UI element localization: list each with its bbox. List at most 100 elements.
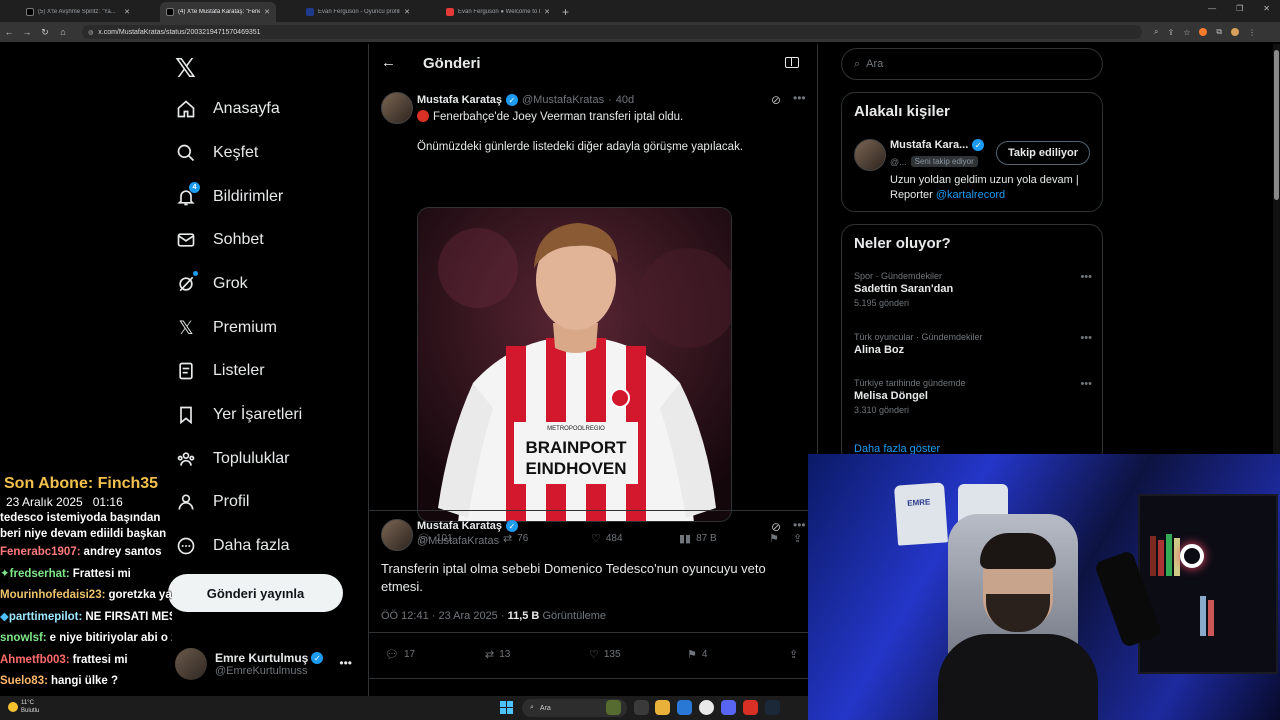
nav-item-bookmarks[interactable]: Yer İşaretleri [175,400,302,430]
card-title: Alakalı kişiler [854,103,950,120]
nav-item-explore[interactable]: Keşfet [175,138,258,168]
avatar[interactable] [854,139,886,171]
more-dots-icon[interactable]: ••• [1080,332,1092,344]
profile-avatar-icon[interactable] [1231,28,1240,36]
views-button[interactable]: ▮▮ 87 B [679,532,769,545]
bookmark-button[interactable]: ⚑ 4 [687,648,789,661]
datetime: 23 Aralık 2025 01:16 [6,495,123,509]
chrome-icon[interactable] [699,700,714,715]
tweet-image[interactable]: METROPOOLREGIO BRAINPORT EINDHOVEN [417,207,732,522]
nav-item-chat[interactable]: Sohbet [175,225,264,255]
search-input[interactable]: ⌕ Ara [841,48,1103,80]
verified-badge-icon: ✓ [972,139,985,151]
like-button[interactable]: ♡ 484 [591,532,679,545]
close-icon[interactable]: ✕ [404,8,410,16]
puzzle-icon[interactable]: ⧉ [1216,27,1222,37]
more-dots-icon[interactable]: ••• [1080,378,1092,390]
more-dots-icon[interactable]: ••• [339,656,352,670]
discord-icon[interactable] [721,700,736,715]
trend-item[interactable]: Türkiye tarihinde gündemde Melisa Döngel… [854,378,1094,415]
nav-label: Listeler [213,362,265,379]
browser-tab-3[interactable]: Evan Ferguson - Oyuncu profili ✕ [300,2,416,22]
back-arrow-icon[interactable]: ← [0,27,18,37]
tweet-author-handle[interactable]: @MustafaKratas [522,94,604,106]
share-icon: ⇪ [793,533,803,545]
start-button[interactable] [500,701,513,714]
avatar[interactable] [381,519,413,551]
more-dots-icon[interactable]: ••• [793,91,806,105]
nav-item-notifications[interactable]: 4 Bildirimler [175,182,283,212]
browser-tab-2[interactable]: (4) X'te Mustafa Karataş: "Fene... ✕ [160,2,276,22]
bio-link[interactable]: @kartalrecord [936,189,1005,201]
url-input[interactable]: ◍ x.com/MustafaKratas/status/20032194715… [82,25,1142,39]
nav-item-grok[interactable]: Grok [175,269,248,299]
tweet-age[interactable]: 40d [616,94,634,106]
taskbar-app-icon[interactable] [634,700,649,715]
nav-label: Anasayfa [213,100,280,117]
following-button[interactable]: Takip ediliyor [996,141,1090,165]
taskbar-app-icon[interactable] [606,700,621,715]
weather-widget[interactable]: 11°C Bulutlu [8,699,39,715]
tweet-author-handle[interactable]: @MustafaKratas [417,535,499,547]
grok-explain-icon[interactable]: ⊘ [771,93,781,107]
repost-button[interactable]: ⇄ 13 [485,648,589,661]
steam-icon[interactable] [765,700,780,715]
site-info-icon[interactable]: ◍ [88,29,93,36]
close-icon[interactable]: ✕ [264,8,270,16]
post-button[interactable]: Gönderi yayınla [168,574,343,612]
related-user-handle[interactable]: @... [890,157,907,167]
close-window-icon[interactable]: ✕ [1263,4,1270,13]
browser-tab-4[interactable]: Evan Ferguson ● Welcome to Fe... ✕ [440,2,556,22]
nav-item-more[interactable]: Daha fazla [175,531,290,561]
like-button[interactable]: ♡ 135 [589,648,687,661]
related-user-name[interactable]: Mustafa Kara... [890,139,968,151]
nav-item-premium[interactable]: 𝕏 Premium [175,313,277,343]
profile-icon [175,491,197,513]
tweet-author-name[interactable]: Mustafa Karataş [417,94,502,106]
more-dots-icon[interactable]: ••• [793,518,806,532]
nav-label: Daha fazla [213,537,290,554]
scrollbar-thumb[interactable] [1274,50,1279,200]
nav-item-lists[interactable]: Listeler [175,356,265,386]
repost-button[interactable]: ⇄ 76 [503,532,591,545]
reply-button[interactable]: 💬︎ 17 [385,648,485,661]
back-arrow-icon[interactable]: ← [381,54,396,71]
restore-icon[interactable]: ❐ [1236,4,1243,13]
new-tab-icon[interactable]: + [562,2,569,22]
more-dots-icon[interactable]: ••• [1080,271,1092,283]
grok-explain-icon[interactable]: ⊘ [771,520,781,534]
tweet-text: Transferin iptal olma sebebi Domenico Te… [381,561,766,594]
trend-item[interactable]: Spor · Gündemdekiler Sadettin Saran'dan … [854,271,1094,308]
close-icon[interactable]: ✕ [544,8,550,16]
share-button[interactable]: ⇪ [793,532,802,545]
nav-item-home[interactable]: Anasayfa [175,94,280,124]
home-browser-icon[interactable]: ⌂ [54,27,72,37]
chat-message: Ahmetfb003: frattesi mi [0,653,128,666]
communities-icon [175,448,197,470]
file-explorer-icon[interactable] [655,700,670,715]
forward-arrow-icon[interactable]: → [18,27,36,37]
account-switcher[interactable]: Emre Kurtulmuş ✓ @EmreKurtulmuss ••• [175,646,360,682]
nav-item-profile[interactable]: Profil [175,487,249,517]
reader-mode-icon[interactable] [785,57,799,68]
star-icon[interactable]: ☆ [1183,28,1190,37]
close-icon[interactable]: ✕ [124,8,130,16]
zoom-icon[interactable]: ⌕ [1154,27,1158,37]
x-logo-icon[interactable]: 𝕏 [175,54,196,84]
avatar[interactable] [381,92,413,124]
nav-item-communities[interactable]: Topluluklar [175,444,289,474]
extension-icon[interactable] [1199,28,1208,36]
menu-kebab-icon[interactable]: ⋮ [1248,28,1256,37]
taskbar-app-icon[interactable] [677,700,692,715]
divider [369,632,817,633]
browser-tab-1[interactable]: (5) X'te Avşhme Spiritz: "Ya... ✕ [20,2,136,22]
taskbar-app-icon[interactable] [743,700,758,715]
url-text: x.com/MustafaKratas/status/2003219471570… [98,28,261,36]
tweet-author-name[interactable]: Mustafa Karataş [417,520,502,532]
reload-icon[interactable]: ↻ [36,27,54,38]
minimize-icon[interactable]: — [1208,4,1216,13]
share-icon[interactable]: ⇪ [1167,28,1174,37]
trend-item[interactable]: Türk oyuncular · Gündemdekiler Alina Boz… [854,332,1094,356]
tweet-timestamp[interactable]: ÖÖ 12:41 · 23 Ara 2025 · [381,610,508,622]
share-button[interactable]: ⇪ [789,648,798,661]
